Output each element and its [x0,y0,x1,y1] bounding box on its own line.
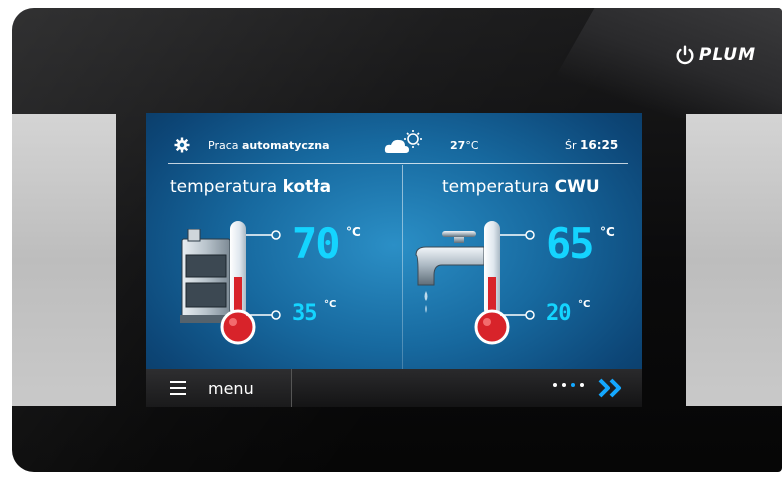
dhw-set-temp[interactable]: 20 [546,301,571,326]
right-side-panel [686,114,782,406]
controller-device: PLUM Praca automatyczna 27°C Śr 16:25 te… [12,8,782,472]
settings-gear-icon[interactable] [174,137,190,153]
outdoor-temperature: 27°C [450,139,479,152]
date-time[interactable]: Śr 16:25 [565,138,618,152]
next-page-chevron-icon[interactable] [596,377,628,399]
status-divider [168,163,628,164]
boiler-set-temp[interactable]: 35 [292,301,317,326]
dhw-thermometer-icon [474,221,535,345]
dhw-title-value: CWU [554,177,600,197]
work-mode-label[interactable]: Praca automatyczna [208,139,330,152]
boiler-temp-title: temperatura kotła [170,177,331,197]
boiler-set-unit: °C [324,299,337,310]
boiler-current-unit: °C [346,225,361,239]
dhw-temp-title: temperatura CWU [442,177,600,197]
mode-prefix: Praca [208,139,239,152]
boiler-title-prefix: temperatura [170,177,278,197]
hamburger-menu-icon [170,381,186,395]
menu-button[interactable]: menu [146,369,292,407]
left-side-panel [12,114,116,406]
page-dot [580,383,584,387]
page-indicator [553,383,584,387]
mode-value: automatyczna [242,139,330,152]
outdoor-temp-unit: °C [465,139,479,152]
boiler-thermometer-icon [220,221,281,345]
boiler-current-temp: 70 [292,219,341,268]
panel-divider [402,165,403,371]
dhw-current-unit: °C [600,225,615,239]
dhw-title-prefix: temperatura [442,177,550,197]
bottom-bar: menu [146,369,642,407]
page-dot [562,383,566,387]
page-dot [553,383,557,387]
touch-screen[interactable]: Praca automatyczna 27°C Śr 16:25 tempera… [146,113,642,407]
cloud-sun-icon [384,130,422,153]
dhw-current-temp: 65 [546,219,595,268]
dhw-set-unit: °C [578,299,591,310]
power-icon [676,45,694,65]
menu-label: menu [208,378,254,398]
page-dot [571,383,575,387]
brand-logo: PLUM [674,44,756,66]
day-label: Śr [565,139,577,152]
logo-text: PLUM [698,45,756,65]
time-label: 16:25 [580,138,619,152]
outdoor-temp-value: 27 [450,139,466,152]
boiler-title-value: kotła [282,177,332,197]
